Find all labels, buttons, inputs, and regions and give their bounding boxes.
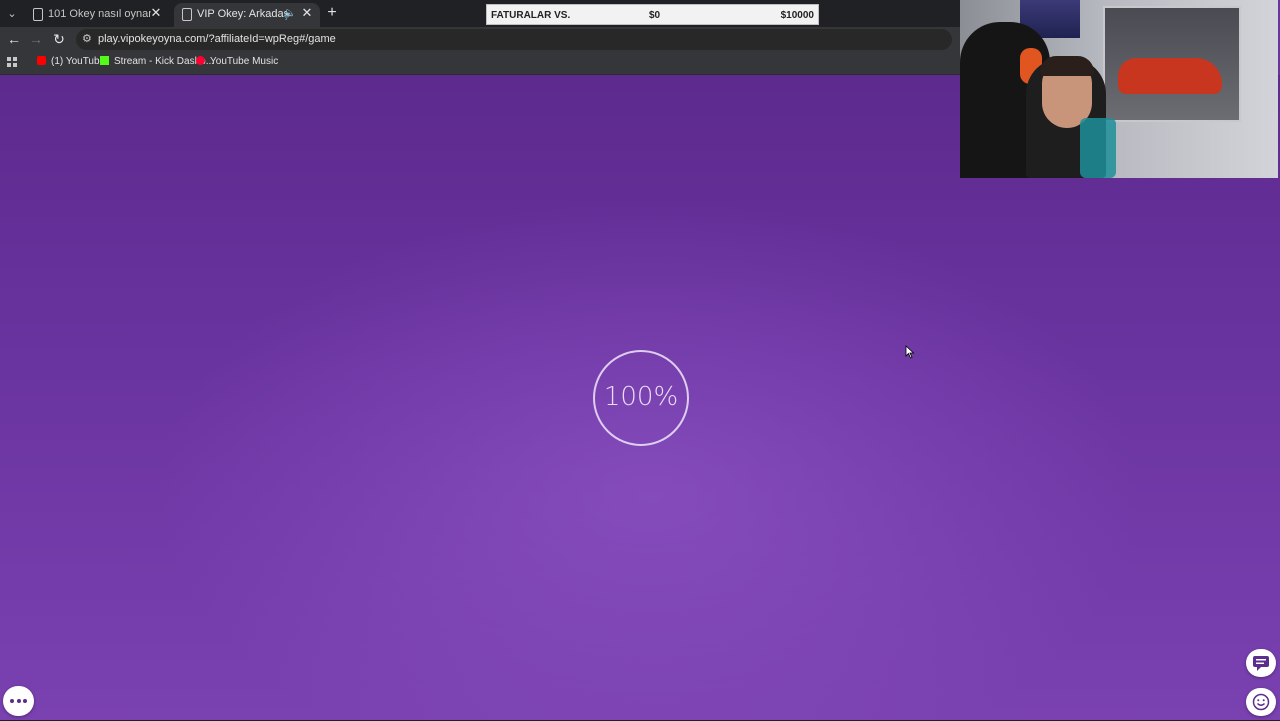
- emoji-button[interactable]: [1246, 688, 1276, 716]
- goal-target: $10000: [780, 10, 814, 21]
- youtube-music-icon: [196, 56, 205, 65]
- bookmark-youtube-music[interactable]: YouTube Music: [196, 56, 278, 70]
- speaker-icon[interactable]: 🔈: [284, 8, 296, 19]
- tab-title: VIP Okey: Arkadaşlarınla ka: [197, 8, 287, 20]
- donation-goal-bar: FATURALAR VS. $0 $10000: [486, 4, 819, 25]
- youtube-icon: [37, 56, 46, 65]
- loading-indicator: 100%: [592, 349, 690, 447]
- url-text: play.vipokeyoyna.com/?affiliateId=wpReg#…: [98, 33, 336, 45]
- close-tab-icon[interactable]: ✕: [149, 6, 163, 20]
- chat-button[interactable]: [1246, 649, 1276, 677]
- webcam-feed: [960, 0, 1278, 178]
- tab-search-chevron-icon[interactable]: ⌄: [3, 5, 21, 23]
- goal-current: $0: [649, 10, 661, 21]
- close-tab-icon[interactable]: ✕: [300, 6, 314, 20]
- page-icon: [33, 8, 43, 21]
- bookmark-label: YouTube Music: [210, 56, 279, 67]
- microphone: [1080, 118, 1116, 178]
- back-icon[interactable]: ←: [6, 31, 22, 47]
- game-menu-button[interactable]: [3, 686, 34, 716]
- more-dots-icon: [10, 699, 27, 703]
- bookmarks-bar: (1) YouTube Stream - Kick Dashb... YouTu…: [0, 52, 960, 75]
- streamer-hair: [1040, 56, 1094, 76]
- bookmark-label: (1) YouTube: [51, 56, 106, 67]
- kick-icon: [100, 56, 109, 65]
- red-car: [1118, 58, 1222, 94]
- site-settings-icon[interactable]: ⚙: [82, 32, 92, 45]
- chat-icon: [1253, 656, 1269, 671]
- apps-grid-icon[interactable]: [7, 57, 17, 67]
- page-icon: [182, 8, 192, 21]
- goal-label: FATURALAR VS.: [491, 10, 571, 21]
- bookmark-youtube[interactable]: (1) YouTube: [37, 56, 105, 70]
- tab-okey-rules[interactable]: 101 Okey nasıl oynanır - VIP Ok ✕: [25, 3, 169, 27]
- forward-icon[interactable]: →: [28, 31, 44, 47]
- smiley-icon: [1252, 693, 1270, 711]
- new-tab-icon[interactable]: +: [324, 5, 340, 21]
- tab-vip-okey[interactable]: VIP Okey: Arkadaşlarınla ka 🔈 ✕: [174, 3, 320, 27]
- tab-title: 101 Okey nasıl oynanır - VIP Ok: [48, 8, 151, 20]
- browser-toolbar: ← → ↻ ⚙ play.vipokeyoyna.com/?affiliateI…: [0, 27, 960, 52]
- loading-percent: 100%: [603, 382, 679, 412]
- mouse-cursor-icon: [905, 345, 915, 359]
- address-bar[interactable]: ⚙ play.vipokeyoyna.com/?affiliateId=wpRe…: [76, 29, 952, 50]
- reload-icon[interactable]: ↻: [51, 31, 67, 47]
